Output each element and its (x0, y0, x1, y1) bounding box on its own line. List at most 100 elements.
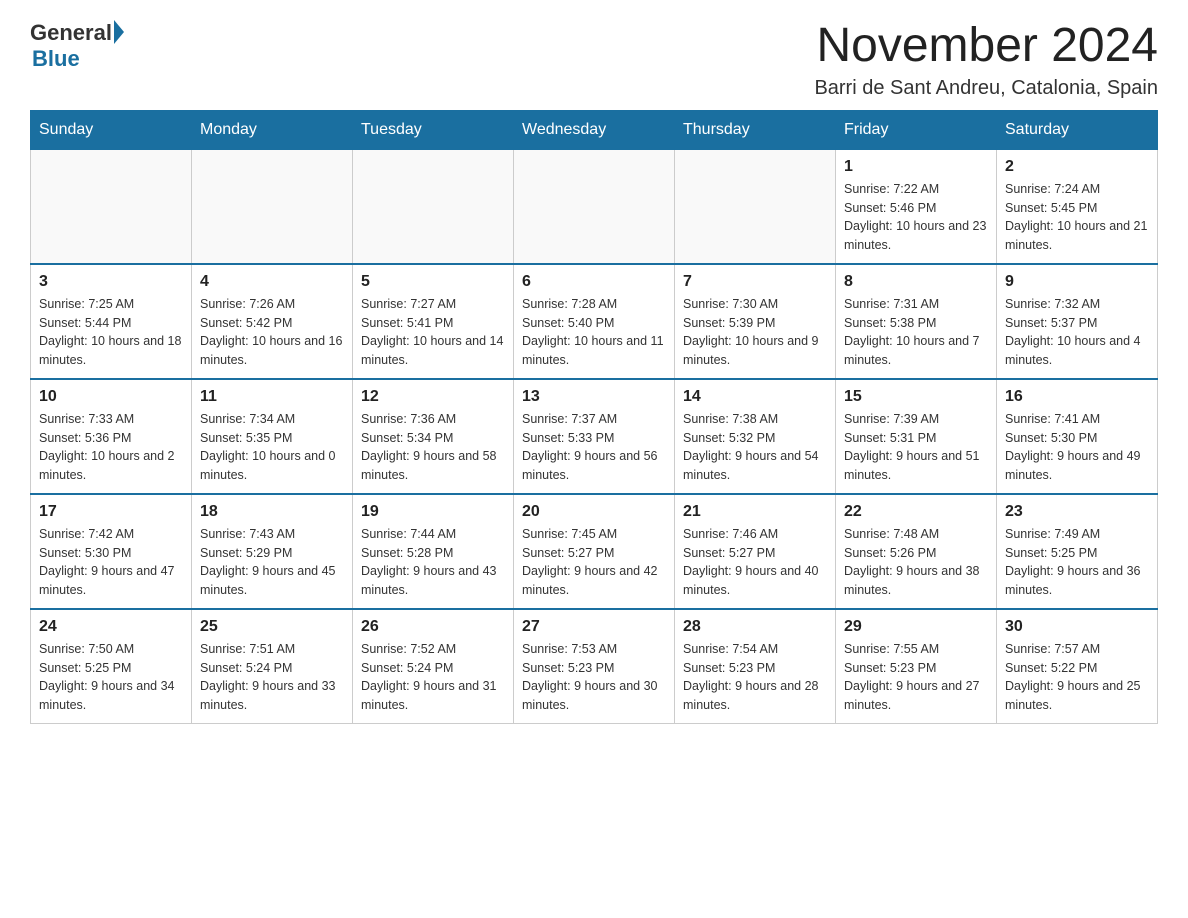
week-row-5: 24Sunrise: 7:50 AMSunset: 5:25 PMDayligh… (31, 609, 1158, 724)
weekday-header-saturday: Saturday (997, 110, 1158, 149)
title-block: November 2024 Barri de Sant Andreu, Cata… (814, 20, 1158, 100)
calendar-cell: 28Sunrise: 7:54 AMSunset: 5:23 PMDayligh… (675, 609, 836, 724)
week-row-3: 10 Sunrise: 7:33 AMSunset: 5:36 PMDayligh… (31, 379, 1158, 494)
day-number: 10 (39, 388, 183, 406)
day-info: Sunrise: 7:48 AMSunset: 5:26 PMDaylight:… (844, 525, 988, 600)
calendar-cell: 19 Sunrise: 7:44 AMSunset: 5:28 PMDayligh… (353, 494, 514, 609)
day-number: 19 (361, 503, 505, 521)
calendar-cell: 7Sunrise: 7:30 AMSunset: 5:39 PMDaylight… (675, 264, 836, 379)
calendar-cell: 25 Sunrise: 7:51 AMSunset: 5:24 PMDayligh… (192, 609, 353, 724)
calendar-cell: 3 Sunrise: 7:25 AMSunset: 5:44 PMDaylight… (31, 264, 192, 379)
calendar-cell (192, 149, 353, 264)
calendar-cell: 8 Sunrise: 7:31 AMSunset: 5:38 PMDaylight… (836, 264, 997, 379)
day-info: Sunrise: 7:51 AMSunset: 5:24 PMDaylight:… (200, 640, 344, 715)
week-row-4: 17Sunrise: 7:42 AMSunset: 5:30 PMDayligh… (31, 494, 1158, 609)
calendar-cell: 18 Sunrise: 7:43 AMSunset: 5:29 PMDayligh… (192, 494, 353, 609)
day-number: 29 (844, 618, 988, 636)
day-number: 30 (1005, 618, 1149, 636)
day-number: 13 (522, 388, 666, 406)
day-info: Sunrise: 7:25 AMSunset: 5:44 PMDaylight:… (39, 295, 183, 370)
day-info: Sunrise: 7:52 AMSunset: 5:24 PMDaylight:… (361, 640, 505, 715)
day-number: 3 (39, 273, 183, 291)
location-subtitle: Barri de Sant Andreu, Catalonia, Spain (814, 77, 1158, 100)
weekday-header-wednesday: Wednesday (514, 110, 675, 149)
calendar-cell: 11 Sunrise: 7:34 AMSunset: 5:35 PMDayligh… (192, 379, 353, 494)
calendar-cell: 14 Sunrise: 7:38 AMSunset: 5:32 PMDayligh… (675, 379, 836, 494)
weekday-header-sunday: Sunday (31, 110, 192, 149)
day-number: 22 (844, 503, 988, 521)
day-info: Sunrise: 7:34 AMSunset: 5:35 PMDaylight:… (200, 410, 344, 485)
calendar-cell: 20Sunrise: 7:45 AMSunset: 5:27 PMDayligh… (514, 494, 675, 609)
week-row-2: 3 Sunrise: 7:25 AMSunset: 5:44 PMDaylight… (31, 264, 1158, 379)
day-number: 18 (200, 503, 344, 521)
calendar-table: SundayMondayTuesdayWednesdayThursdayFrid… (30, 110, 1158, 724)
weekday-header-friday: Friday (836, 110, 997, 149)
calendar-cell: 23 Sunrise: 7:49 AMSunset: 5:25 PMDayligh… (997, 494, 1158, 609)
calendar-cell: 12 Sunrise: 7:36 AMSunset: 5:34 PMDayligh… (353, 379, 514, 494)
weekday-header-row: SundayMondayTuesdayWednesdayThursdayFrid… (31, 110, 1158, 149)
calendar-cell (675, 149, 836, 264)
calendar-cell: 17Sunrise: 7:42 AMSunset: 5:30 PMDayligh… (31, 494, 192, 609)
logo-general-text: General (30, 20, 112, 46)
day-number: 5 (361, 273, 505, 291)
page-header: General Blue November 2024 Barri de Sant… (30, 20, 1158, 100)
day-number: 1 (844, 158, 988, 176)
day-info: Sunrise: 7:37 AMSunset: 5:33 PMDaylight:… (522, 410, 666, 485)
day-info: Sunrise: 7:53 AMSunset: 5:23 PMDaylight:… (522, 640, 666, 715)
day-info: Sunrise: 7:32 AMSunset: 5:37 PMDaylight:… (1005, 295, 1149, 370)
logo: General Blue (30, 20, 124, 72)
day-info: Sunrise: 7:27 AMSunset: 5:41 PMDaylight:… (361, 295, 505, 370)
day-number: 23 (1005, 503, 1149, 521)
calendar-cell: 26 Sunrise: 7:52 AMSunset: 5:24 PMDayligh… (353, 609, 514, 724)
day-info: Sunrise: 7:39 AMSunset: 5:31 PMDaylight:… (844, 410, 988, 485)
day-number: 4 (200, 273, 344, 291)
day-info: Sunrise: 7:36 AMSunset: 5:34 PMDaylight:… (361, 410, 505, 485)
weekday-header-thursday: Thursday (675, 110, 836, 149)
day-info: Sunrise: 7:22 AMSunset: 5:46 PMDaylight:… (844, 180, 988, 255)
calendar-cell: 2Sunrise: 7:24 AMSunset: 5:45 PMDaylight… (997, 149, 1158, 264)
calendar-cell: 29 Sunrise: 7:55 AMSunset: 5:23 PMDayligh… (836, 609, 997, 724)
day-number: 15 (844, 388, 988, 406)
calendar-cell: 4 Sunrise: 7:26 AMSunset: 5:42 PMDaylight… (192, 264, 353, 379)
day-number: 12 (361, 388, 505, 406)
logo-blue-text: Blue (32, 46, 80, 71)
day-info: Sunrise: 7:33 AMSunset: 5:36 PMDaylight:… (39, 410, 183, 485)
day-info: Sunrise: 7:46 AMSunset: 5:27 PMDaylight:… (683, 525, 827, 600)
calendar-cell: 30Sunrise: 7:57 AMSunset: 5:22 PMDayligh… (997, 609, 1158, 724)
calendar-cell: 16Sunrise: 7:41 AMSunset: 5:30 PMDayligh… (997, 379, 1158, 494)
calendar-cell: 24Sunrise: 7:50 AMSunset: 5:25 PMDayligh… (31, 609, 192, 724)
day-info: Sunrise: 7:44 AMSunset: 5:28 PMDaylight:… (361, 525, 505, 600)
day-number: 14 (683, 388, 827, 406)
day-number: 11 (200, 388, 344, 406)
day-number: 17 (39, 503, 183, 521)
day-info: Sunrise: 7:28 AMSunset: 5:40 PMDaylight:… (522, 295, 666, 370)
day-info: Sunrise: 7:50 AMSunset: 5:25 PMDaylight:… (39, 640, 183, 715)
calendar-cell: 5 Sunrise: 7:27 AMSunset: 5:41 PMDaylight… (353, 264, 514, 379)
day-info: Sunrise: 7:26 AMSunset: 5:42 PMDaylight:… (200, 295, 344, 370)
day-info: Sunrise: 7:38 AMSunset: 5:32 PMDaylight:… (683, 410, 827, 485)
calendar-cell: 9Sunrise: 7:32 AMSunset: 5:37 PMDaylight… (997, 264, 1158, 379)
day-number: 6 (522, 273, 666, 291)
day-number: 8 (844, 273, 988, 291)
day-number: 25 (200, 618, 344, 636)
calendar-cell: 27Sunrise: 7:53 AMSunset: 5:23 PMDayligh… (514, 609, 675, 724)
weekday-header-tuesday: Tuesday (353, 110, 514, 149)
day-number: 7 (683, 273, 827, 291)
day-number: 26 (361, 618, 505, 636)
day-info: Sunrise: 7:31 AMSunset: 5:38 PMDaylight:… (844, 295, 988, 370)
calendar-cell: 13 Sunrise: 7:37 AMSunset: 5:33 PMDayligh… (514, 379, 675, 494)
day-info: Sunrise: 7:45 AMSunset: 5:27 PMDaylight:… (522, 525, 666, 600)
logo-arrow-icon (114, 20, 124, 44)
month-title: November 2024 (814, 20, 1158, 73)
day-info: Sunrise: 7:24 AMSunset: 5:45 PMDaylight:… (1005, 180, 1149, 255)
weekday-header-monday: Monday (192, 110, 353, 149)
calendar-cell (353, 149, 514, 264)
day-info: Sunrise: 7:43 AMSunset: 5:29 PMDaylight:… (200, 525, 344, 600)
day-info: Sunrise: 7:55 AMSunset: 5:23 PMDaylight:… (844, 640, 988, 715)
day-info: Sunrise: 7:49 AMSunset: 5:25 PMDaylight:… (1005, 525, 1149, 600)
calendar-cell: 22 Sunrise: 7:48 AMSunset: 5:26 PMDayligh… (836, 494, 997, 609)
day-info: Sunrise: 7:41 AMSunset: 5:30 PMDaylight:… (1005, 410, 1149, 485)
calendar-cell: 10 Sunrise: 7:33 AMSunset: 5:36 PMDayligh… (31, 379, 192, 494)
calendar-cell: 6 Sunrise: 7:28 AMSunset: 5:40 PMDaylight… (514, 264, 675, 379)
calendar-cell (514, 149, 675, 264)
